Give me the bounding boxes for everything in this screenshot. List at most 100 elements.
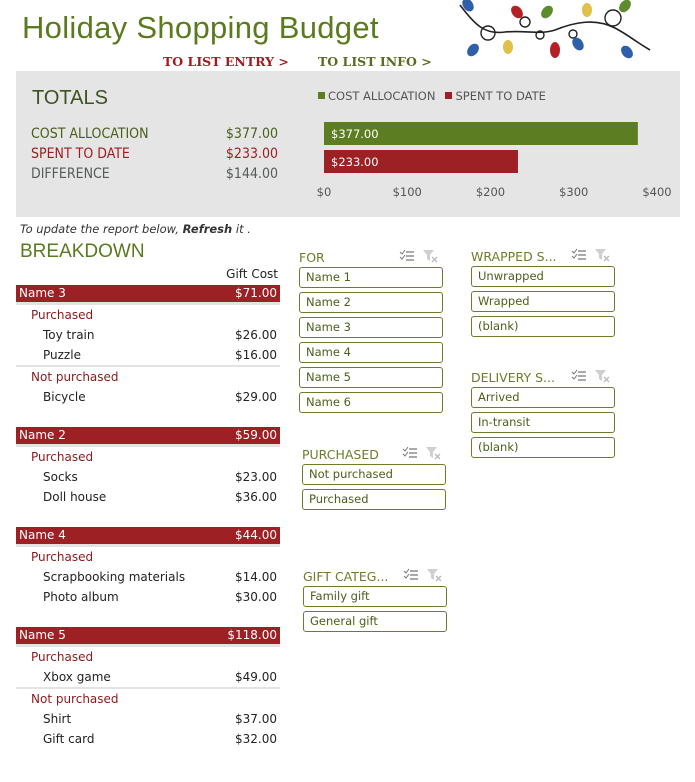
gift-item-row-label: Shirt — [43, 712, 72, 726]
status-row[interactable]: Purchased — [16, 547, 280, 567]
status-row-label: Not purchased — [31, 370, 119, 384]
gift-item-row-value: $37.00 — [235, 712, 277, 726]
multi-select-icon[interactable] — [571, 248, 587, 262]
status-row-label: Purchased — [31, 308, 94, 322]
slicer-item[interactable]: Not purchased — [302, 464, 446, 485]
gift-item-row[interactable]: Shirt $37.00 — [16, 709, 280, 729]
gift-item-row-value: $14.00 — [235, 570, 277, 584]
slicer-item[interactable]: Name 2 — [299, 292, 443, 313]
slicer-item[interactable]: General gift — [303, 611, 447, 632]
refresh-note: To update the report below, Refresh it . — [20, 222, 251, 236]
to-list-entry-link[interactable]: TO LIST ENTRY > — [163, 54, 289, 69]
slicer-item[interactable]: (blank) — [471, 437, 615, 458]
legend-spent-to-date: SPENT TO DATE — [445, 89, 546, 103]
status-row[interactable]: Not purchased — [16, 365, 280, 387]
gift-item-row[interactable]: Doll house $36.00 — [16, 487, 280, 507]
status-row-label: Purchased — [31, 650, 94, 664]
status-row[interactable]: Not purchased — [16, 687, 280, 709]
totals-heading: TOTALS — [32, 87, 108, 109]
clear-filter-icon[interactable] — [594, 369, 610, 383]
status-row[interactable]: Purchased — [16, 305, 280, 325]
recipient-row-value: $44.00 — [235, 528, 277, 542]
to-list-info-link[interactable]: TO LIST INFO > — [318, 54, 432, 69]
totals-bar-chart: $377.00 $233.00 $0 $100 $200 $300 $400 — [317, 122, 672, 199]
slicer-wrapped-status[interactable]: WRAPPED S... Unwrapped Wrapped (blank) — [471, 248, 615, 341]
christmas-lights-icon — [459, 0, 651, 59]
breakdown-pivot-table[interactable]: Name 3 $71.00 Purchased Toy train $26.00 Puzz… — [16, 285, 280, 749]
recipient-row-label: Name 4 — [19, 528, 66, 542]
multi-select-icon[interactable] — [402, 446, 418, 460]
gift-item-row[interactable]: Photo album $30.00 — [16, 587, 280, 607]
spent-to-date-label: SPENT TO DATE — [31, 146, 130, 162]
x-tick-label: $400 — [642, 185, 671, 199]
clear-filter-icon[interactable] — [422, 249, 438, 263]
slicer-item[interactable]: In-transit — [471, 412, 615, 433]
legend-swatch-red — [445, 92, 453, 99]
x-tick-label: $200 — [476, 185, 505, 199]
gift-item-row[interactable]: Gift card $32.00 — [16, 729, 280, 749]
difference-value: $144.00 — [225, 166, 278, 182]
gift-item-row[interactable]: Toy train $26.00 — [16, 325, 280, 345]
gift-item-row-value: $36.00 — [235, 490, 277, 504]
slicer-item[interactable]: Family gift — [303, 586, 447, 607]
slicer-item[interactable]: Name 3 — [299, 317, 443, 338]
gift-item-row[interactable]: Puzzle $16.00 — [16, 345, 280, 365]
x-tick-label: $300 — [559, 185, 588, 199]
gift-item-row-label: Bicycle — [43, 390, 86, 404]
spent-to-date-value: $233.00 — [225, 146, 278, 162]
slicer-item[interactable]: Name 5 — [299, 367, 443, 388]
slicer-gift-category[interactable]: GIFT CATEG... Family gift General gift — [303, 568, 447, 636]
page-title: Holiday Shopping Budget — [22, 10, 379, 45]
slicer-item[interactable]: Name 1 — [299, 267, 443, 288]
multi-select-icon[interactable] — [571, 369, 587, 383]
gift-item-row[interactable]: Bicycle $29.00 — [16, 387, 280, 407]
recipient-row-value: $59.00 — [235, 428, 277, 442]
legend-swatch-green — [318, 92, 325, 99]
gift-item-row-value: $49.00 — [235, 670, 277, 684]
gift-item-row-value: $23.00 — [235, 470, 277, 484]
slicer-header: PURCHASED — [302, 446, 444, 464]
slicer-item[interactable]: Purchased — [302, 489, 446, 510]
status-row[interactable]: Purchased — [16, 447, 280, 467]
slicer-item[interactable]: Unwrapped — [471, 266, 615, 287]
x-tick-label: $0 — [317, 185, 332, 199]
recipient-row[interactable]: Name 5 $118.00 — [16, 627, 280, 647]
gift-item-row[interactable]: Socks $23.00 — [16, 467, 280, 487]
slicer-header: GIFT CATEG... — [303, 568, 445, 586]
gift-item-row-value: $26.00 — [235, 328, 277, 342]
chart-legend: COST ALLOCATION SPENT TO DATE — [318, 89, 546, 103]
slicer-item[interactable]: Name 4 — [299, 342, 443, 363]
gift-item-row[interactable]: Scrapbooking materials $14.00 — [16, 567, 280, 587]
recipient-row[interactable]: Name 2 $59.00 — [16, 427, 280, 447]
clear-filter-icon[interactable] — [594, 248, 610, 262]
slicer-item[interactable]: Arrived — [471, 387, 615, 408]
clear-filter-icon[interactable] — [425, 446, 441, 460]
recipient-row[interactable]: Name 3 $71.00 — [16, 285, 280, 305]
slicer-item[interactable]: (blank) — [471, 316, 615, 337]
gift-item-row-label: Doll house — [43, 490, 107, 504]
slicer-for[interactable]: FOR Name 1 Name 2 Name 3 Name 4 Name 5 Name 6 — [299, 249, 443, 417]
gift-item-row-label: Scrapbooking materials — [43, 570, 186, 584]
slicer-header: WRAPPED S... — [471, 248, 613, 266]
breakdown-heading: BREAKDOWN — [20, 241, 145, 262]
slicer-item[interactable]: Wrapped — [471, 291, 615, 312]
recipient-row-label: Name 5 — [19, 628, 66, 642]
slicer-delivery-status[interactable]: DELIVERY S... Arrived In-transit (blank) — [471, 369, 615, 462]
slicer-header: FOR — [299, 249, 441, 267]
gift-item-row[interactable]: Xbox game $49.00 — [16, 667, 280, 687]
legend-cost-allocation: COST ALLOCATION — [318, 89, 435, 103]
multi-select-icon[interactable] — [403, 568, 419, 582]
recipient-row[interactable]: Name 4 $44.00 — [16, 527, 280, 547]
multi-select-icon[interactable] — [399, 249, 415, 263]
refresh-link[interactable]: Refresh — [183, 222, 233, 236]
slicer-title: WRAPPED S... — [471, 249, 557, 264]
slicer-title: DELIVERY S... — [471, 370, 555, 385]
slicer-item[interactable]: Name 6 — [299, 392, 443, 413]
slicer-purchased[interactable]: PURCHASED Not purchased Purchased — [302, 446, 446, 514]
clear-filter-icon[interactable] — [426, 568, 442, 582]
difference-label: DIFFERENCE — [31, 166, 110, 182]
status-row[interactable]: Purchased — [16, 647, 280, 667]
gift-item-row-label: Xbox game — [43, 670, 111, 684]
gift-item-row-label: Gift card — [43, 732, 95, 746]
